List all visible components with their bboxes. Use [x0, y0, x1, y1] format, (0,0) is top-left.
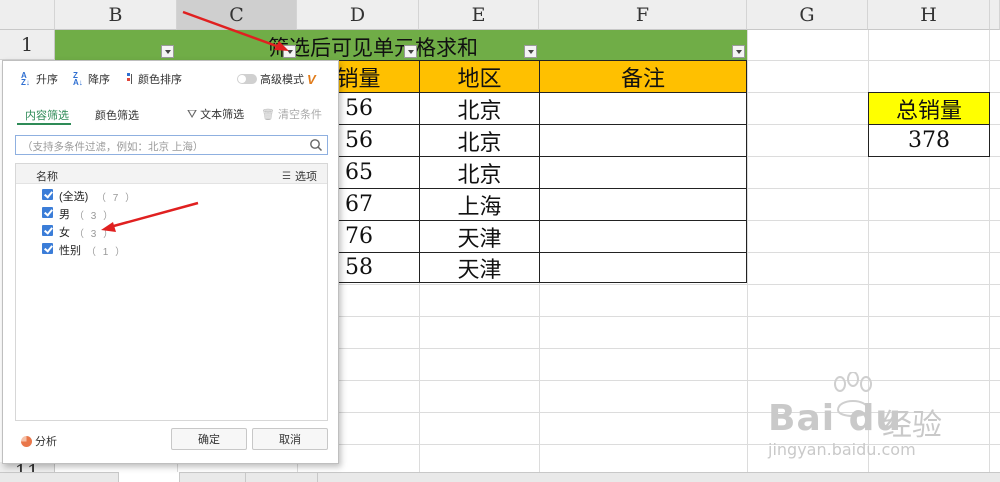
funnel-icon: ⛛: [187, 106, 198, 121]
corner-header[interactable]: [0, 0, 55, 30]
color-sort-label: 颜色排序: [138, 74, 182, 86]
cell-region[interactable]: 天津: [419, 220, 540, 253]
list-header: 名称 ☰ 选项: [16, 164, 327, 184]
list-options-icon: ☰: [282, 170, 291, 182]
column-header-h[interactable]: H: [868, 0, 990, 30]
filter-dropdown-c[interactable]: [283, 45, 296, 58]
list-item[interactable]: 女 （ 3 ）: [16, 222, 327, 240]
advanced-mode-label: 高级模式: [260, 74, 304, 86]
cell-region[interactable]: 上海: [419, 188, 540, 221]
sort-asc-label: 升序: [36, 74, 58, 86]
sort-asc-button[interactable]: A Z↓ 升序: [21, 71, 58, 87]
toggle-switch[interactable]: [237, 74, 257, 84]
sheet-tab-active[interactable]: [118, 472, 180, 482]
column-header-f[interactable]: F: [539, 0, 747, 30]
cancel-button[interactable]: 取消: [252, 428, 328, 450]
advanced-mode-toggle[interactable]: 高级模式 V: [237, 71, 316, 87]
filter-value-list[interactable]: 名称 ☰ 选项 (全选) （ 7 ） 男 （ 3 ） 女 （ 3 ） 性别 （ …: [15, 163, 328, 421]
column-header-e[interactable]: E: [419, 0, 539, 30]
trash-icon: 🗑: [261, 108, 275, 121]
checkbox[interactable]: [42, 243, 53, 254]
analysis-label: 分析: [35, 436, 57, 448]
sheet-tab[interactable]: [248, 472, 318, 482]
total-sales-label[interactable]: 总销量: [868, 92, 990, 125]
sheet-tab[interactable]: [182, 472, 246, 482]
tab-content-filter[interactable]: 内容筛选: [25, 107, 69, 123]
cell-note[interactable]: [539, 124, 747, 157]
cell-region[interactable]: 天津: [419, 252, 540, 283]
sort-asc-icon: A Z↓: [21, 71, 30, 87]
analysis-button[interactable]: 分析: [21, 433, 57, 449]
cell-region[interactable]: 北京: [419, 124, 540, 157]
item-label: 性别: [59, 245, 81, 257]
watermark-brand-cn: 经验: [882, 408, 942, 443]
item-count: （ 1 ）: [86, 247, 128, 258]
item-count: （ 3 ）: [74, 229, 116, 240]
total-sales-value[interactable]: 378: [868, 124, 990, 157]
sheet-title[interactable]: 筛选后可见单元格求和: [268, 32, 478, 62]
spreadsheet-window: B C D E F G H 1 11 筛选后可见单元格求和 销量 地区 备注 5…: [0, 0, 1000, 482]
text-filter-label: 文本筛选: [200, 109, 245, 121]
text-filter-button[interactable]: ⛛ 文本筛选: [187, 106, 244, 122]
cell-region[interactable]: 北京: [419, 156, 540, 189]
column-header-g[interactable]: G: [747, 0, 868, 30]
filter-dropdown-e[interactable]: [524, 45, 537, 58]
sort-desc-button[interactable]: Z A↓ 降序: [73, 71, 110, 87]
filter-panel: A Z↓ 升序 Z A↓ 降序 颜色排序 高级模式 V 内容筛选 颜色筛选 ⛛ 文本…: [2, 60, 339, 464]
cell-note[interactable]: [539, 188, 747, 221]
gridline: [747, 30, 748, 482]
sort-desc-label: 降序: [88, 74, 110, 86]
column-header-c[interactable]: C: [177, 0, 297, 30]
color-sort-icon: [127, 72, 135, 86]
list-header-name: 名称: [36, 171, 58, 183]
cell-note[interactable]: [539, 220, 747, 253]
header-region[interactable]: 地区: [419, 60, 540, 93]
filter-dropdown-f[interactable]: [732, 45, 745, 58]
filter-search-input[interactable]: （支持多条件过滤，例如：北京 上海）: [15, 135, 328, 155]
column-header-i[interactable]: [990, 0, 1000, 30]
list-item[interactable]: 男 （ 3 ）: [16, 204, 327, 222]
pie-chart-icon: [21, 435, 32, 447]
item-label: (全选): [59, 191, 89, 203]
column-header-b[interactable]: B: [55, 0, 177, 30]
header-note[interactable]: 备注: [539, 60, 747, 93]
checkbox[interactable]: [42, 189, 53, 200]
cell-note[interactable]: [539, 92, 747, 125]
item-count: （ 7 ）: [96, 193, 138, 204]
tab-underline: [17, 123, 71, 125]
list-item[interactable]: (全选) （ 7 ）: [16, 186, 327, 204]
list-item[interactable]: 性别 （ 1 ）: [16, 240, 327, 258]
cell-note[interactable]: [539, 252, 747, 283]
row-header-1[interactable]: 1: [0, 30, 55, 60]
ok-button[interactable]: 确定: [171, 428, 247, 450]
cell-region[interactable]: 北京: [419, 92, 540, 125]
watermark-url: jingyan.baidu.com: [768, 440, 916, 459]
vip-icon: V: [307, 71, 316, 87]
cell-note[interactable]: [539, 156, 747, 189]
clear-condition-label: 清空条件: [277, 109, 322, 121]
options-button[interactable]: ☰ 选项: [282, 168, 317, 184]
item-label: 男: [59, 209, 70, 221]
item-count: （ 3 ）: [74, 211, 116, 222]
color-sort-button[interactable]: 颜色排序: [127, 71, 182, 87]
column-header-d[interactable]: D: [297, 0, 419, 30]
filter-dropdown-d[interactable]: [404, 45, 417, 58]
checkbox[interactable]: [42, 225, 53, 236]
checkbox[interactable]: [42, 207, 53, 218]
search-placeholder: （支持多条件过滤，例如：北京 上海）: [22, 141, 204, 153]
clear-condition-button[interactable]: 🗑 清空条件: [261, 106, 322, 122]
sort-desc-icon: Z A↓: [73, 71, 83, 87]
search-icon[interactable]: [309, 138, 323, 152]
tab-color-filter[interactable]: 颜色筛选: [95, 107, 139, 123]
options-label: 选项: [295, 171, 317, 183]
item-label: 女: [59, 227, 70, 239]
filter-dropdown-b[interactable]: [161, 45, 174, 58]
